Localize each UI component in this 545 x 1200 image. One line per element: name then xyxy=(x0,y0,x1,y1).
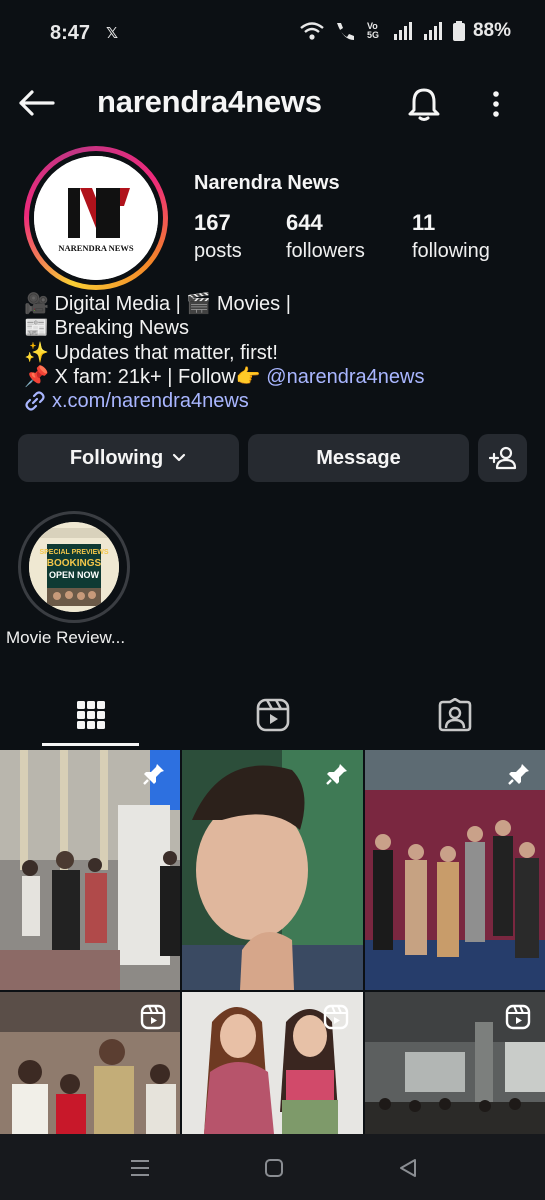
highlight-thumbnail: SPECIAL PREVIEWS BOOKINGS OPEN NOW xyxy=(29,522,119,612)
profile-tabs xyxy=(0,682,545,748)
grid-post[interactable] xyxy=(0,992,180,1134)
svg-text:SPECIAL PREVIEWS: SPECIAL PREVIEWS xyxy=(39,549,108,556)
signal-icon-2 xyxy=(423,22,442,40)
back-arrow-icon xyxy=(19,90,55,116)
home-icon xyxy=(265,1159,283,1177)
svg-text:OPEN NOW: OPEN NOW xyxy=(49,570,100,580)
suggest-people-button[interactable] xyxy=(478,434,527,482)
highlight-label: Movie Review... xyxy=(6,628,126,647)
stat-following-count: 11 xyxy=(412,210,436,235)
more-vertical-icon xyxy=(493,91,499,117)
recents-icon xyxy=(131,1160,149,1176)
bio-external-link[interactable]: x.com/narendra4news xyxy=(24,389,424,413)
stat-posts-label: posts xyxy=(194,240,242,262)
bio-line: ✨ Updates that matter, first! xyxy=(24,341,278,364)
active-tab-indicator xyxy=(42,743,139,746)
stat-following[interactable]: 11 following xyxy=(412,210,490,263)
notifications-button[interactable] xyxy=(404,84,444,124)
following-button-label: Following xyxy=(69,446,164,469)
bio-line: 🎥 Digital Media | 🎬 Movies | xyxy=(24,293,291,315)
bio-mention-link[interactable]: @narendra4news xyxy=(266,366,424,388)
recents-button[interactable] xyxy=(120,1154,160,1182)
profile-header: narendra4news xyxy=(0,72,545,134)
profile-bio: 🎥 Digital Media | 🎬 Movies | 📰 Breaking … xyxy=(24,292,424,413)
status-bar: 8:47 𝕏 Vo 5G 88% xyxy=(0,0,545,68)
grid-post[interactable] xyxy=(182,992,363,1134)
reels-icon xyxy=(505,1004,531,1035)
more-options-button[interactable] xyxy=(484,86,508,122)
link-icon xyxy=(25,391,45,411)
pin-icon xyxy=(325,762,349,791)
reels-icon xyxy=(140,1004,166,1035)
signal-icon xyxy=(393,22,412,40)
message-button[interactable]: Message xyxy=(248,434,469,482)
grid-post[interactable] xyxy=(365,992,545,1134)
battery-icon xyxy=(452,21,465,41)
status-icons: Vo 5G 88% xyxy=(299,20,511,42)
narendra-news-logo: NARENDRA NEWS xyxy=(34,156,158,280)
network-label: Vo 5G xyxy=(366,21,379,40)
message-button-label: Message xyxy=(316,446,401,469)
back-button[interactable] xyxy=(16,86,56,120)
tab-posts-grid[interactable] xyxy=(0,682,181,748)
system-nav-bar xyxy=(0,1134,545,1200)
bio-follow-text: 📌 X fam: 21k+ | Follow👉 xyxy=(24,365,267,388)
avatar: NARENDRA NEWS xyxy=(34,156,158,280)
pin-icon xyxy=(507,762,531,791)
bio-line: 📰 Breaking News xyxy=(24,317,189,340)
following-button[interactable]: Following xyxy=(18,434,239,482)
grid-post[interactable] xyxy=(182,750,363,990)
bio-line: 📌 X fam: 21k+ | Follow👉 @narendra4news xyxy=(24,365,424,389)
grid-post[interactable] xyxy=(0,750,180,990)
stat-followers-label: followers xyxy=(286,240,365,262)
reels-icon xyxy=(323,1004,349,1035)
tagged-icon xyxy=(438,698,471,732)
reels-icon xyxy=(256,698,289,732)
avatar-story-ring[interactable]: NARENDRA NEWS xyxy=(24,146,168,290)
highlight-cover: SPECIAL PREVIEWS BOOKINGS OPEN NOW xyxy=(29,522,119,612)
chevron-down-icon xyxy=(173,453,186,462)
svg-text:NARENDRA NEWS: NARENDRA NEWS xyxy=(58,243,134,253)
call-icon xyxy=(336,23,354,40)
wifi-icon xyxy=(300,22,324,40)
display-name: Narendra News xyxy=(194,172,340,194)
stat-followers[interactable]: 644 followers xyxy=(286,210,365,263)
stat-posts[interactable]: 167 posts xyxy=(194,210,242,263)
pin-icon xyxy=(142,762,166,791)
grid-icon xyxy=(76,701,105,729)
story-highlight[interactable]: SPECIAL PREVIEWS BOOKINGS OPEN NOW xyxy=(18,511,130,623)
svg-text:BOOKINGS: BOOKINGS xyxy=(47,558,102,569)
home-button[interactable] xyxy=(254,1154,294,1182)
header-username: narendra4news xyxy=(97,84,322,119)
tab-reels[interactable] xyxy=(182,682,363,748)
battery-percent: 88% xyxy=(472,20,511,41)
grid-post[interactable] xyxy=(365,750,545,990)
add-person-icon xyxy=(488,446,516,470)
bio-link-text: x.com/narendra4news xyxy=(52,390,249,413)
back-triangle-icon xyxy=(400,1159,416,1177)
status-time: 8:47 xyxy=(50,22,91,44)
stat-posts-count: 167 xyxy=(194,210,231,235)
x-logo-icon: 𝕏 xyxy=(106,25,119,42)
stat-following-label: following xyxy=(412,240,490,262)
stat-followers-count: 644 xyxy=(286,210,323,235)
bell-icon xyxy=(408,88,440,121)
posts-grid xyxy=(0,750,545,1134)
tab-tagged[interactable] xyxy=(364,682,545,748)
back-nav-button[interactable] xyxy=(388,1154,428,1182)
